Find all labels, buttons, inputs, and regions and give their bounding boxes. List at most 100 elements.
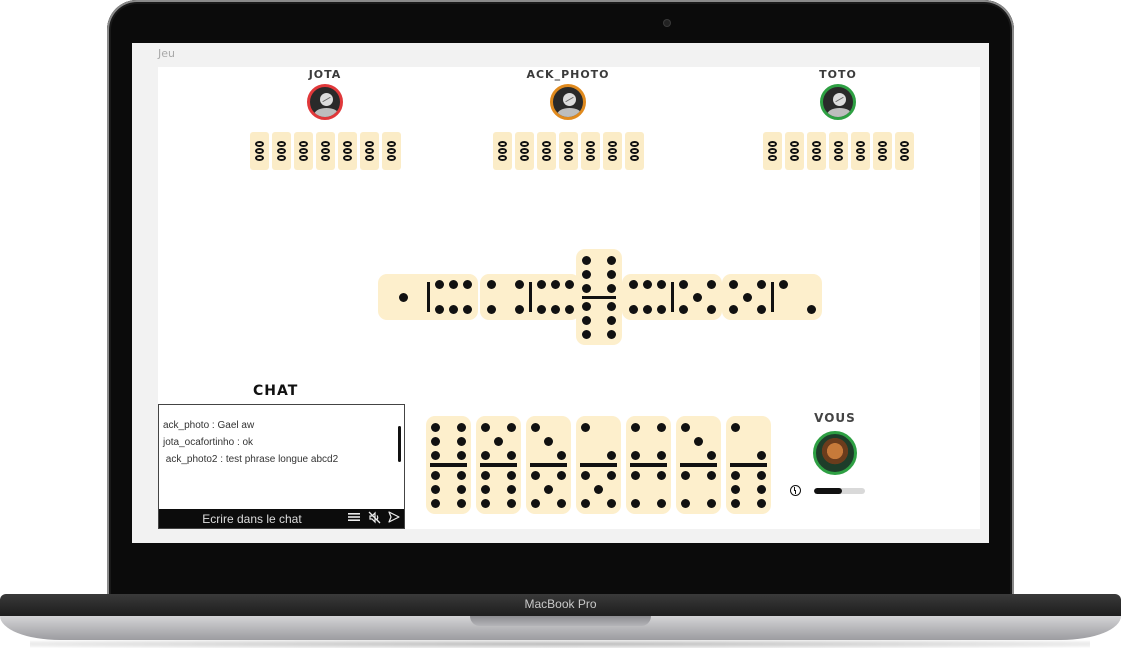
tile-back-mark [276,148,286,154]
pip [514,305,524,315]
chat-message: ack_photo : Gael aw [163,420,255,431]
tile-back-mark [855,155,865,161]
pip [642,305,652,315]
pip [607,315,617,325]
pip [631,422,640,432]
pip [756,279,766,289]
hand-tile[interactable] [626,416,671,514]
pip [628,305,638,315]
pip [778,279,788,289]
tile-back-mark [899,141,909,147]
hidden-tile [624,132,644,170]
pip [431,436,440,446]
pip [656,305,666,315]
hand-tile[interactable] [476,416,521,514]
pip [507,470,516,480]
pip [431,484,440,494]
pip [581,283,591,293]
chat-input[interactable] [167,511,337,526]
menu-icon[interactable] [347,511,361,525]
player-avatar [813,431,857,475]
hidden-tile [337,132,357,170]
pip [514,279,524,289]
hand-tile[interactable] [676,416,721,514]
pip [742,292,752,302]
pip [531,498,540,508]
tile-back-mark [541,155,551,161]
pip [557,498,566,508]
pip [434,279,444,289]
tile-back-mark [386,155,396,161]
pip [507,422,516,432]
tile-back-mark [833,148,843,154]
pip [607,301,617,311]
tile-back-mark [519,155,529,161]
tile-back-mark [519,148,529,154]
mute-icon[interactable] [367,511,381,525]
board-tile [622,274,722,320]
pip [457,436,466,446]
tile-back-mark [541,148,551,154]
pip [481,498,490,508]
pip [531,422,540,432]
pip [657,450,666,460]
pip [457,422,466,432]
tile-back-mark [497,141,507,147]
pip [607,269,617,279]
hand-tile[interactable] [526,416,571,514]
tile-back-mark [811,155,821,161]
pip [448,279,458,289]
pip [692,292,702,302]
hand-tile[interactable] [576,416,621,514]
pip [678,279,688,289]
hidden-tile [514,132,534,170]
laptop-shadow [30,640,1090,648]
pip [486,305,496,315]
tile-back-mark [629,155,639,161]
tile-back-mark [563,141,573,147]
hidden-tile [828,132,848,170]
tile-back-mark [497,148,507,154]
tile-back-mark [855,141,865,147]
hand-tile[interactable] [426,416,471,514]
pip [481,422,490,432]
pip [757,470,766,480]
pip [507,498,516,508]
pip [607,255,617,265]
tile-back-mark [833,155,843,161]
pip [457,450,466,460]
pip [631,470,640,480]
tile-back-mark [833,141,843,147]
chat-scrollbar[interactable] [398,426,401,462]
pip [607,470,616,480]
hand-tile[interactable] [726,416,771,514]
pip [581,315,591,325]
tile-back-mark [877,155,887,161]
send-icon[interactable] [387,511,401,525]
pip [631,498,640,508]
tile-back-mark [342,155,352,161]
tile-back-mark [899,148,909,154]
tile-back-mark [877,148,887,154]
pip [481,450,490,460]
tile-divider [671,282,674,312]
pip [806,305,816,315]
avatar [820,84,856,120]
avatar [550,84,586,120]
tile-back-mark [585,155,595,161]
tile-back-mark [254,141,264,147]
chat-message: jota_ocafortinho : ok [163,437,254,448]
pip [707,450,716,460]
pip [642,279,652,289]
tile-back-mark [563,155,573,161]
pip [536,305,546,315]
tile-back-mark [767,155,777,161]
tile-divider [529,282,532,312]
pip [581,301,591,311]
tile-back-mark [254,155,264,161]
pip [431,498,440,508]
laptop-hinge: MacBook Pro [0,594,1121,616]
pip [756,305,766,315]
clock-icon [790,485,801,496]
pip [631,450,640,460]
